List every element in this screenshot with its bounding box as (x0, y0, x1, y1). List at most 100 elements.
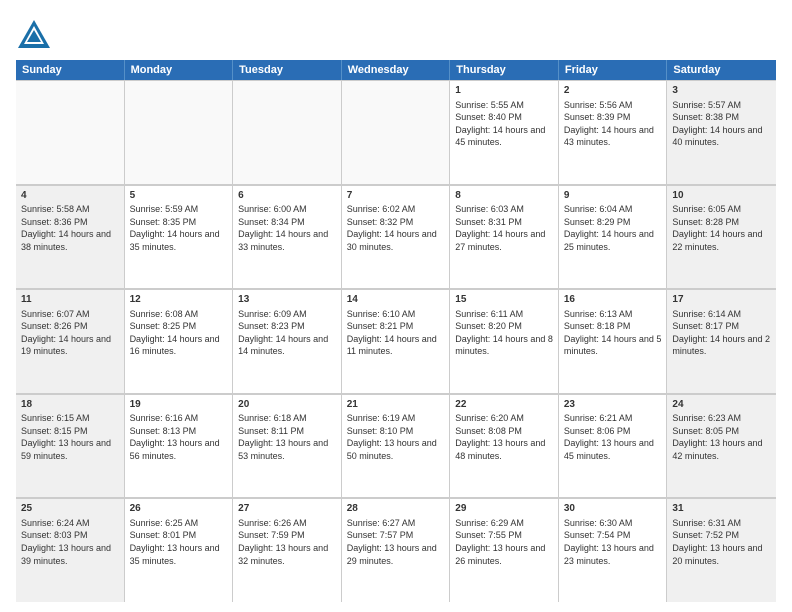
cell-info: Sunrise: 6:25 AM Sunset: 8:01 PM Dayligh… (130, 517, 228, 567)
cell-info: Sunrise: 6:21 AM Sunset: 8:06 PM Dayligh… (564, 412, 662, 462)
day-number: 23 (564, 398, 662, 412)
cell-info: Sunrise: 6:27 AM Sunset: 7:57 PM Dayligh… (347, 517, 445, 567)
day-number: 13 (238, 293, 336, 307)
day-cell-20: 20Sunrise: 6:18 AM Sunset: 8:11 PM Dayli… (233, 394, 342, 498)
day-cell-22: 22Sunrise: 6:20 AM Sunset: 8:08 PM Dayli… (450, 394, 559, 498)
calendar-header: SundayMondayTuesdayWednesdayThursdayFrid… (16, 60, 776, 80)
day-cell-1: 1Sunrise: 5:55 AM Sunset: 8:40 PM Daylig… (450, 80, 559, 184)
calendar-body: 1Sunrise: 5:55 AM Sunset: 8:40 PM Daylig… (16, 80, 776, 602)
day-number: 12 (130, 293, 228, 307)
day-number: 24 (672, 398, 771, 412)
cell-info: Sunrise: 5:59 AM Sunset: 8:35 PM Dayligh… (130, 203, 228, 253)
cell-info: Sunrise: 6:10 AM Sunset: 8:21 PM Dayligh… (347, 308, 445, 358)
day-number: 21 (347, 398, 445, 412)
day-header-sunday: Sunday (16, 60, 125, 80)
day-cell-13: 13Sunrise: 6:09 AM Sunset: 8:23 PM Dayli… (233, 289, 342, 393)
day-cell-10: 10Sunrise: 6:05 AM Sunset: 8:28 PM Dayli… (667, 185, 776, 289)
day-cell-4: 4Sunrise: 5:58 AM Sunset: 8:36 PM Daylig… (16, 185, 125, 289)
logo (16, 16, 56, 52)
cell-info: Sunrise: 5:55 AM Sunset: 8:40 PM Dayligh… (455, 99, 553, 149)
day-cell-7: 7Sunrise: 6:02 AM Sunset: 8:32 PM Daylig… (342, 185, 451, 289)
day-cell-26: 26Sunrise: 6:25 AM Sunset: 8:01 PM Dayli… (125, 498, 234, 602)
day-number: 16 (564, 293, 662, 307)
day-cell-29: 29Sunrise: 6:29 AM Sunset: 7:55 PM Dayli… (450, 498, 559, 602)
day-cell-28: 28Sunrise: 6:27 AM Sunset: 7:57 PM Dayli… (342, 498, 451, 602)
day-number: 25 (21, 502, 119, 516)
cell-info: Sunrise: 6:05 AM Sunset: 8:28 PM Dayligh… (672, 203, 771, 253)
day-cell-11: 11Sunrise: 6:07 AM Sunset: 8:26 PM Dayli… (16, 289, 125, 393)
cell-info: Sunrise: 6:00 AM Sunset: 8:34 PM Dayligh… (238, 203, 336, 253)
cell-info: Sunrise: 6:09 AM Sunset: 8:23 PM Dayligh… (238, 308, 336, 358)
cell-info: Sunrise: 6:23 AM Sunset: 8:05 PM Dayligh… (672, 412, 771, 462)
cell-info: Sunrise: 6:29 AM Sunset: 7:55 PM Dayligh… (455, 517, 553, 567)
cell-info: Sunrise: 6:11 AM Sunset: 8:20 PM Dayligh… (455, 308, 553, 358)
day-number: 19 (130, 398, 228, 412)
cell-info: Sunrise: 6:19 AM Sunset: 8:10 PM Dayligh… (347, 412, 445, 462)
calendar: SundayMondayTuesdayWednesdayThursdayFrid… (16, 60, 776, 602)
page: SundayMondayTuesdayWednesdayThursdayFrid… (0, 0, 792, 612)
cell-info: Sunrise: 6:02 AM Sunset: 8:32 PM Dayligh… (347, 203, 445, 253)
day-cell-14: 14Sunrise: 6:10 AM Sunset: 8:21 PM Dayli… (342, 289, 451, 393)
cell-info: Sunrise: 6:31 AM Sunset: 7:52 PM Dayligh… (672, 517, 771, 567)
day-number: 10 (672, 189, 771, 203)
day-cell-23: 23Sunrise: 6:21 AM Sunset: 8:06 PM Dayli… (559, 394, 668, 498)
day-number: 17 (672, 293, 771, 307)
day-number: 31 (672, 502, 771, 516)
day-cell-15: 15Sunrise: 6:11 AM Sunset: 8:20 PM Dayli… (450, 289, 559, 393)
cell-info: Sunrise: 6:24 AM Sunset: 8:03 PM Dayligh… (21, 517, 119, 567)
day-number: 8 (455, 189, 553, 203)
day-cell-16: 16Sunrise: 6:13 AM Sunset: 8:18 PM Dayli… (559, 289, 668, 393)
day-cell-12: 12Sunrise: 6:08 AM Sunset: 8:25 PM Dayli… (125, 289, 234, 393)
day-number: 22 (455, 398, 553, 412)
day-cell-5: 5Sunrise: 5:59 AM Sunset: 8:35 PM Daylig… (125, 185, 234, 289)
day-header-thursday: Thursday (450, 60, 559, 80)
day-number: 18 (21, 398, 119, 412)
cell-info: Sunrise: 5:58 AM Sunset: 8:36 PM Dayligh… (21, 203, 119, 253)
day-number: 11 (21, 293, 119, 307)
calendar-row-3: 11Sunrise: 6:07 AM Sunset: 8:26 PM Dayli… (16, 289, 776, 394)
empty-cell-r0c3 (342, 80, 451, 184)
day-number: 4 (21, 189, 119, 203)
day-number: 6 (238, 189, 336, 203)
day-number: 27 (238, 502, 336, 516)
day-header-saturday: Saturday (667, 60, 776, 80)
cell-info: Sunrise: 6:07 AM Sunset: 8:26 PM Dayligh… (21, 308, 119, 358)
day-cell-17: 17Sunrise: 6:14 AM Sunset: 8:17 PM Dayli… (667, 289, 776, 393)
day-number: 26 (130, 502, 228, 516)
cell-info: Sunrise: 6:08 AM Sunset: 8:25 PM Dayligh… (130, 308, 228, 358)
day-header-monday: Monday (125, 60, 234, 80)
day-cell-30: 30Sunrise: 6:30 AM Sunset: 7:54 PM Dayli… (559, 498, 668, 602)
day-number: 2 (564, 84, 662, 98)
day-cell-31: 31Sunrise: 6:31 AM Sunset: 7:52 PM Dayli… (667, 498, 776, 602)
header (16, 16, 776, 52)
day-number: 28 (347, 502, 445, 516)
empty-cell-r0c1 (125, 80, 234, 184)
calendar-row-1: 1Sunrise: 5:55 AM Sunset: 8:40 PM Daylig… (16, 80, 776, 185)
day-number: 5 (130, 189, 228, 203)
day-cell-8: 8Sunrise: 6:03 AM Sunset: 8:31 PM Daylig… (450, 185, 559, 289)
day-number: 29 (455, 502, 553, 516)
calendar-row-2: 4Sunrise: 5:58 AM Sunset: 8:36 PM Daylig… (16, 185, 776, 290)
day-cell-3: 3Sunrise: 5:57 AM Sunset: 8:38 PM Daylig… (667, 80, 776, 184)
empty-cell-r0c0 (16, 80, 125, 184)
cell-info: Sunrise: 6:26 AM Sunset: 7:59 PM Dayligh… (238, 517, 336, 567)
day-number: 14 (347, 293, 445, 307)
calendar-row-4: 18Sunrise: 6:15 AM Sunset: 8:15 PM Dayli… (16, 394, 776, 499)
day-cell-19: 19Sunrise: 6:16 AM Sunset: 8:13 PM Dayli… (125, 394, 234, 498)
cell-info: Sunrise: 6:30 AM Sunset: 7:54 PM Dayligh… (564, 517, 662, 567)
empty-cell-r0c2 (233, 80, 342, 184)
day-cell-6: 6Sunrise: 6:00 AM Sunset: 8:34 PM Daylig… (233, 185, 342, 289)
day-header-tuesday: Tuesday (233, 60, 342, 80)
day-cell-25: 25Sunrise: 6:24 AM Sunset: 8:03 PM Dayli… (16, 498, 125, 602)
day-cell-18: 18Sunrise: 6:15 AM Sunset: 8:15 PM Dayli… (16, 394, 125, 498)
day-header-friday: Friday (559, 60, 668, 80)
cell-info: Sunrise: 5:57 AM Sunset: 8:38 PM Dayligh… (672, 99, 771, 149)
day-number: 15 (455, 293, 553, 307)
cell-info: Sunrise: 6:13 AM Sunset: 8:18 PM Dayligh… (564, 308, 662, 358)
cell-info: Sunrise: 5:56 AM Sunset: 8:39 PM Dayligh… (564, 99, 662, 149)
calendar-row-5: 25Sunrise: 6:24 AM Sunset: 8:03 PM Dayli… (16, 498, 776, 602)
day-number: 20 (238, 398, 336, 412)
cell-info: Sunrise: 6:18 AM Sunset: 8:11 PM Dayligh… (238, 412, 336, 462)
day-number: 1 (455, 84, 553, 98)
day-number: 7 (347, 189, 445, 203)
